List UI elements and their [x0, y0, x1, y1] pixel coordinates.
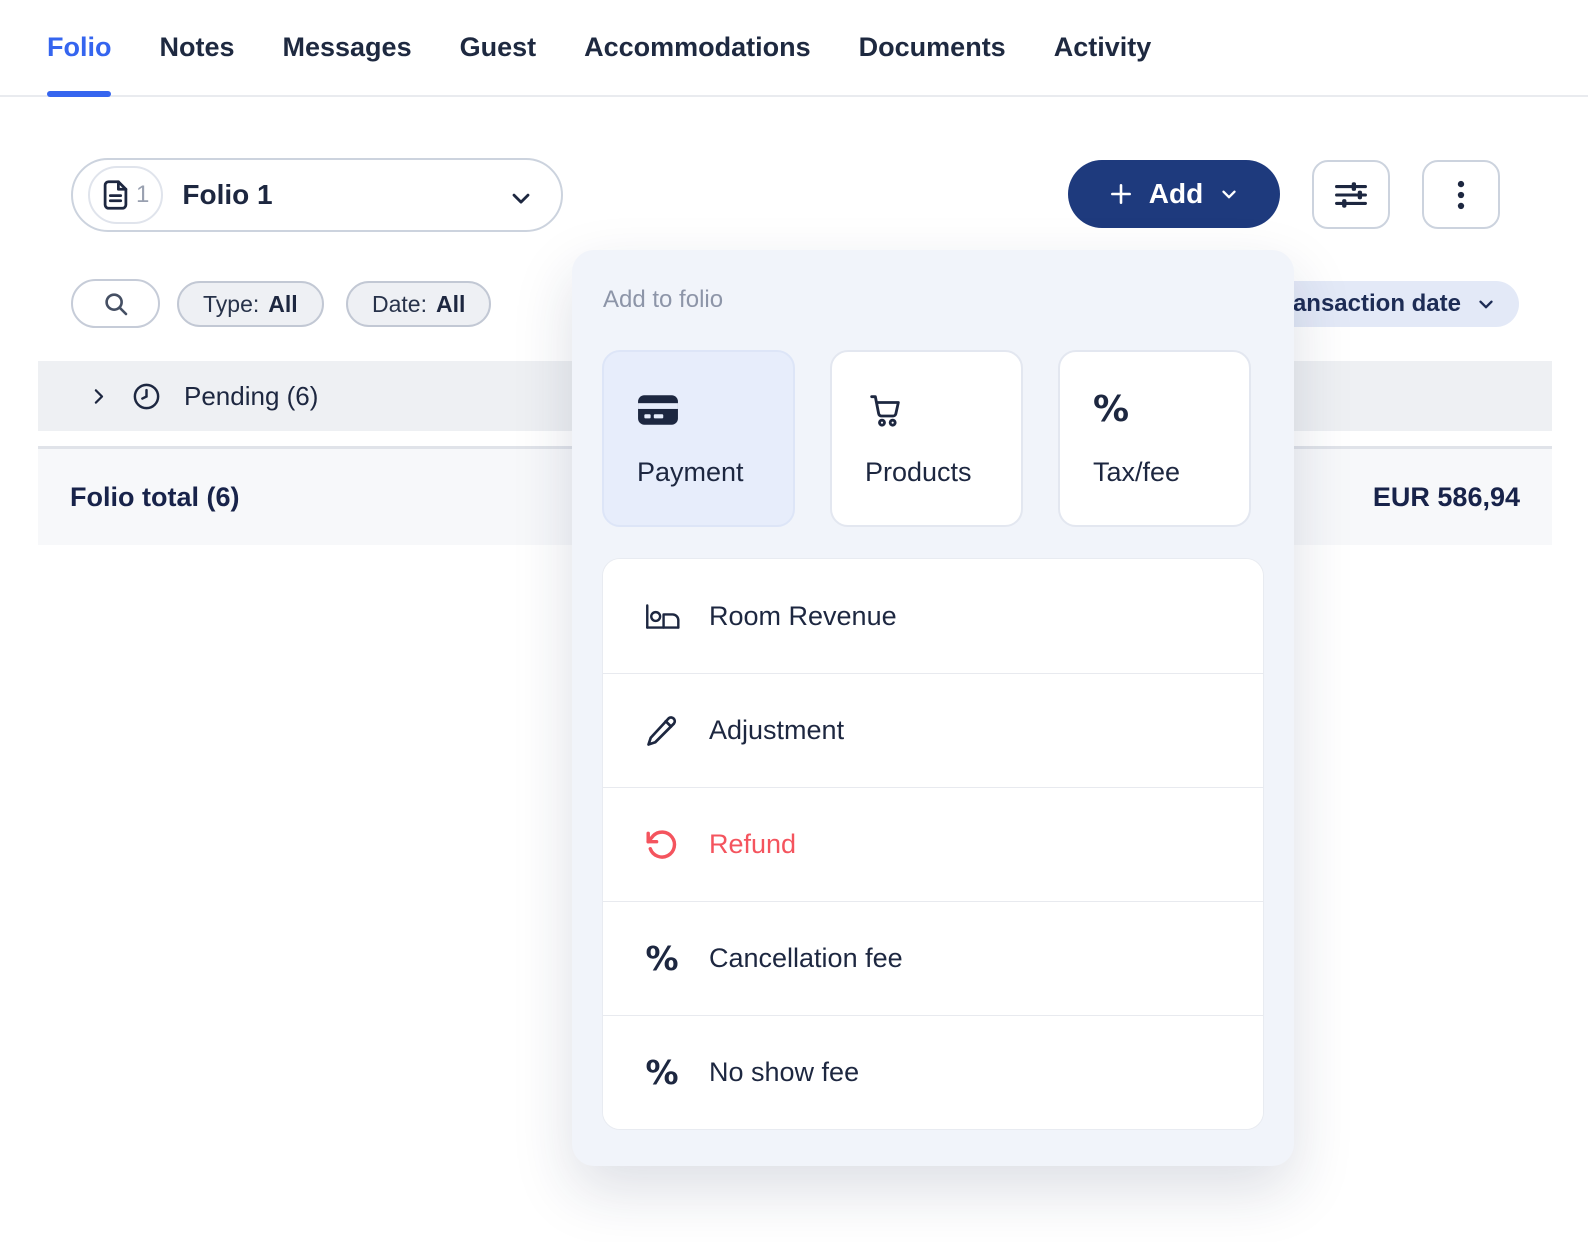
tile-products[interactable]: Products	[830, 350, 1023, 527]
menu-item-adjustment-label: Adjustment	[709, 715, 844, 746]
chevron-down-icon	[1475, 293, 1497, 315]
sliders-icon	[1333, 178, 1369, 212]
percent-icon: %	[1093, 389, 1249, 431]
menu-item-room-revenue-label: Room Revenue	[709, 601, 897, 632]
page-tabbar: Folio Notes Messages Guest Accommodation…	[0, 0, 1588, 97]
filter-chip-date[interactable]: Date: All	[346, 281, 491, 327]
tile-tax-fee-label: Tax/fee	[1093, 457, 1249, 488]
tab-notes[interactable]: Notes	[159, 0, 234, 95]
add-button-label: Add	[1149, 178, 1203, 210]
folio-number: 1	[136, 181, 149, 209]
menu-item-room-revenue[interactable]: Room Revenue	[603, 559, 1263, 673]
tile-payment[interactable]: Payment	[602, 350, 795, 527]
menu-item-refund[interactable]: Refund	[603, 787, 1263, 901]
tab-messages[interactable]: Messages	[283, 0, 412, 95]
bed-icon	[641, 598, 683, 634]
chevron-right-icon	[88, 386, 109, 407]
menu-item-no-show-fee-label: No show fee	[709, 1057, 859, 1088]
menu-item-refund-label: Refund	[709, 829, 796, 860]
add-menu-list: Room Revenue Adjustment	[602, 558, 1264, 1130]
tab-folio[interactable]: Folio	[47, 0, 111, 95]
folio-selector-label: Folio 1	[182, 179, 272, 211]
add-button[interactable]: Add	[1068, 160, 1280, 228]
document-icon	[102, 180, 129, 210]
tile-tax-fee[interactable]: % Tax/fee	[1058, 350, 1251, 527]
filter-chip-type-value: All	[268, 291, 297, 318]
search-icon	[101, 289, 131, 319]
pencil-icon	[641, 713, 683, 749]
add-menu-tiles: Payment Products % Tax/fee	[602, 350, 1251, 527]
tab-guest[interactable]: Guest	[460, 0, 537, 95]
menu-item-cancellation-fee-label: Cancellation fee	[709, 943, 903, 974]
add-to-folio-menu: Add to folio Payment	[572, 250, 1294, 1166]
tile-products-label: Products	[865, 457, 1021, 488]
chevron-down-icon	[507, 184, 535, 212]
tile-payment-label: Payment	[637, 457, 793, 488]
clock-icon	[131, 381, 162, 412]
credit-card-icon	[637, 389, 793, 431]
filter-chip-type[interactable]: Type: All	[177, 281, 324, 327]
percent-icon: %	[641, 942, 683, 975]
add-menu-title: Add to folio	[603, 286, 723, 314]
refund-arrow-icon	[641, 827, 683, 863]
folio-total-label: Folio total (6)	[70, 482, 239, 513]
folio-number-badge: 1	[88, 166, 163, 224]
menu-item-cancellation-fee[interactable]: % Cancellation fee	[603, 901, 1263, 1015]
kebab-menu-icon	[1446, 178, 1476, 212]
search-button[interactable]	[71, 279, 160, 328]
filter-chip-type-label: Type:	[203, 291, 259, 318]
tab-activity[interactable]: Activity	[1054, 0, 1152, 95]
folio-total-amount: EUR 586,94	[1373, 482, 1520, 513]
percent-icon: %	[641, 1056, 683, 1089]
folio-page: Folio Notes Messages Guest Accommodation…	[0, 0, 1588, 1242]
menu-item-no-show-fee[interactable]: % No show fee	[603, 1015, 1263, 1129]
tab-documents[interactable]: Documents	[859, 0, 1006, 95]
tab-accommodations[interactable]: Accommodations	[584, 0, 811, 95]
filter-chip-date-value: All	[436, 291, 465, 318]
menu-item-adjustment[interactable]: Adjustment	[603, 673, 1263, 787]
pending-group-label: Pending (6)	[184, 381, 318, 412]
folio-selector-dropdown[interactable]: 1 Folio 1	[71, 158, 563, 232]
cart-icon	[865, 389, 1021, 431]
chevron-down-icon	[1218, 183, 1240, 205]
filter-chip-date-label: Date:	[372, 291, 427, 318]
plus-icon	[1108, 181, 1134, 207]
more-options-button[interactable]	[1422, 160, 1500, 229]
sort-chip-label: Transaction date	[1270, 290, 1461, 318]
filters-button[interactable]	[1312, 160, 1390, 229]
